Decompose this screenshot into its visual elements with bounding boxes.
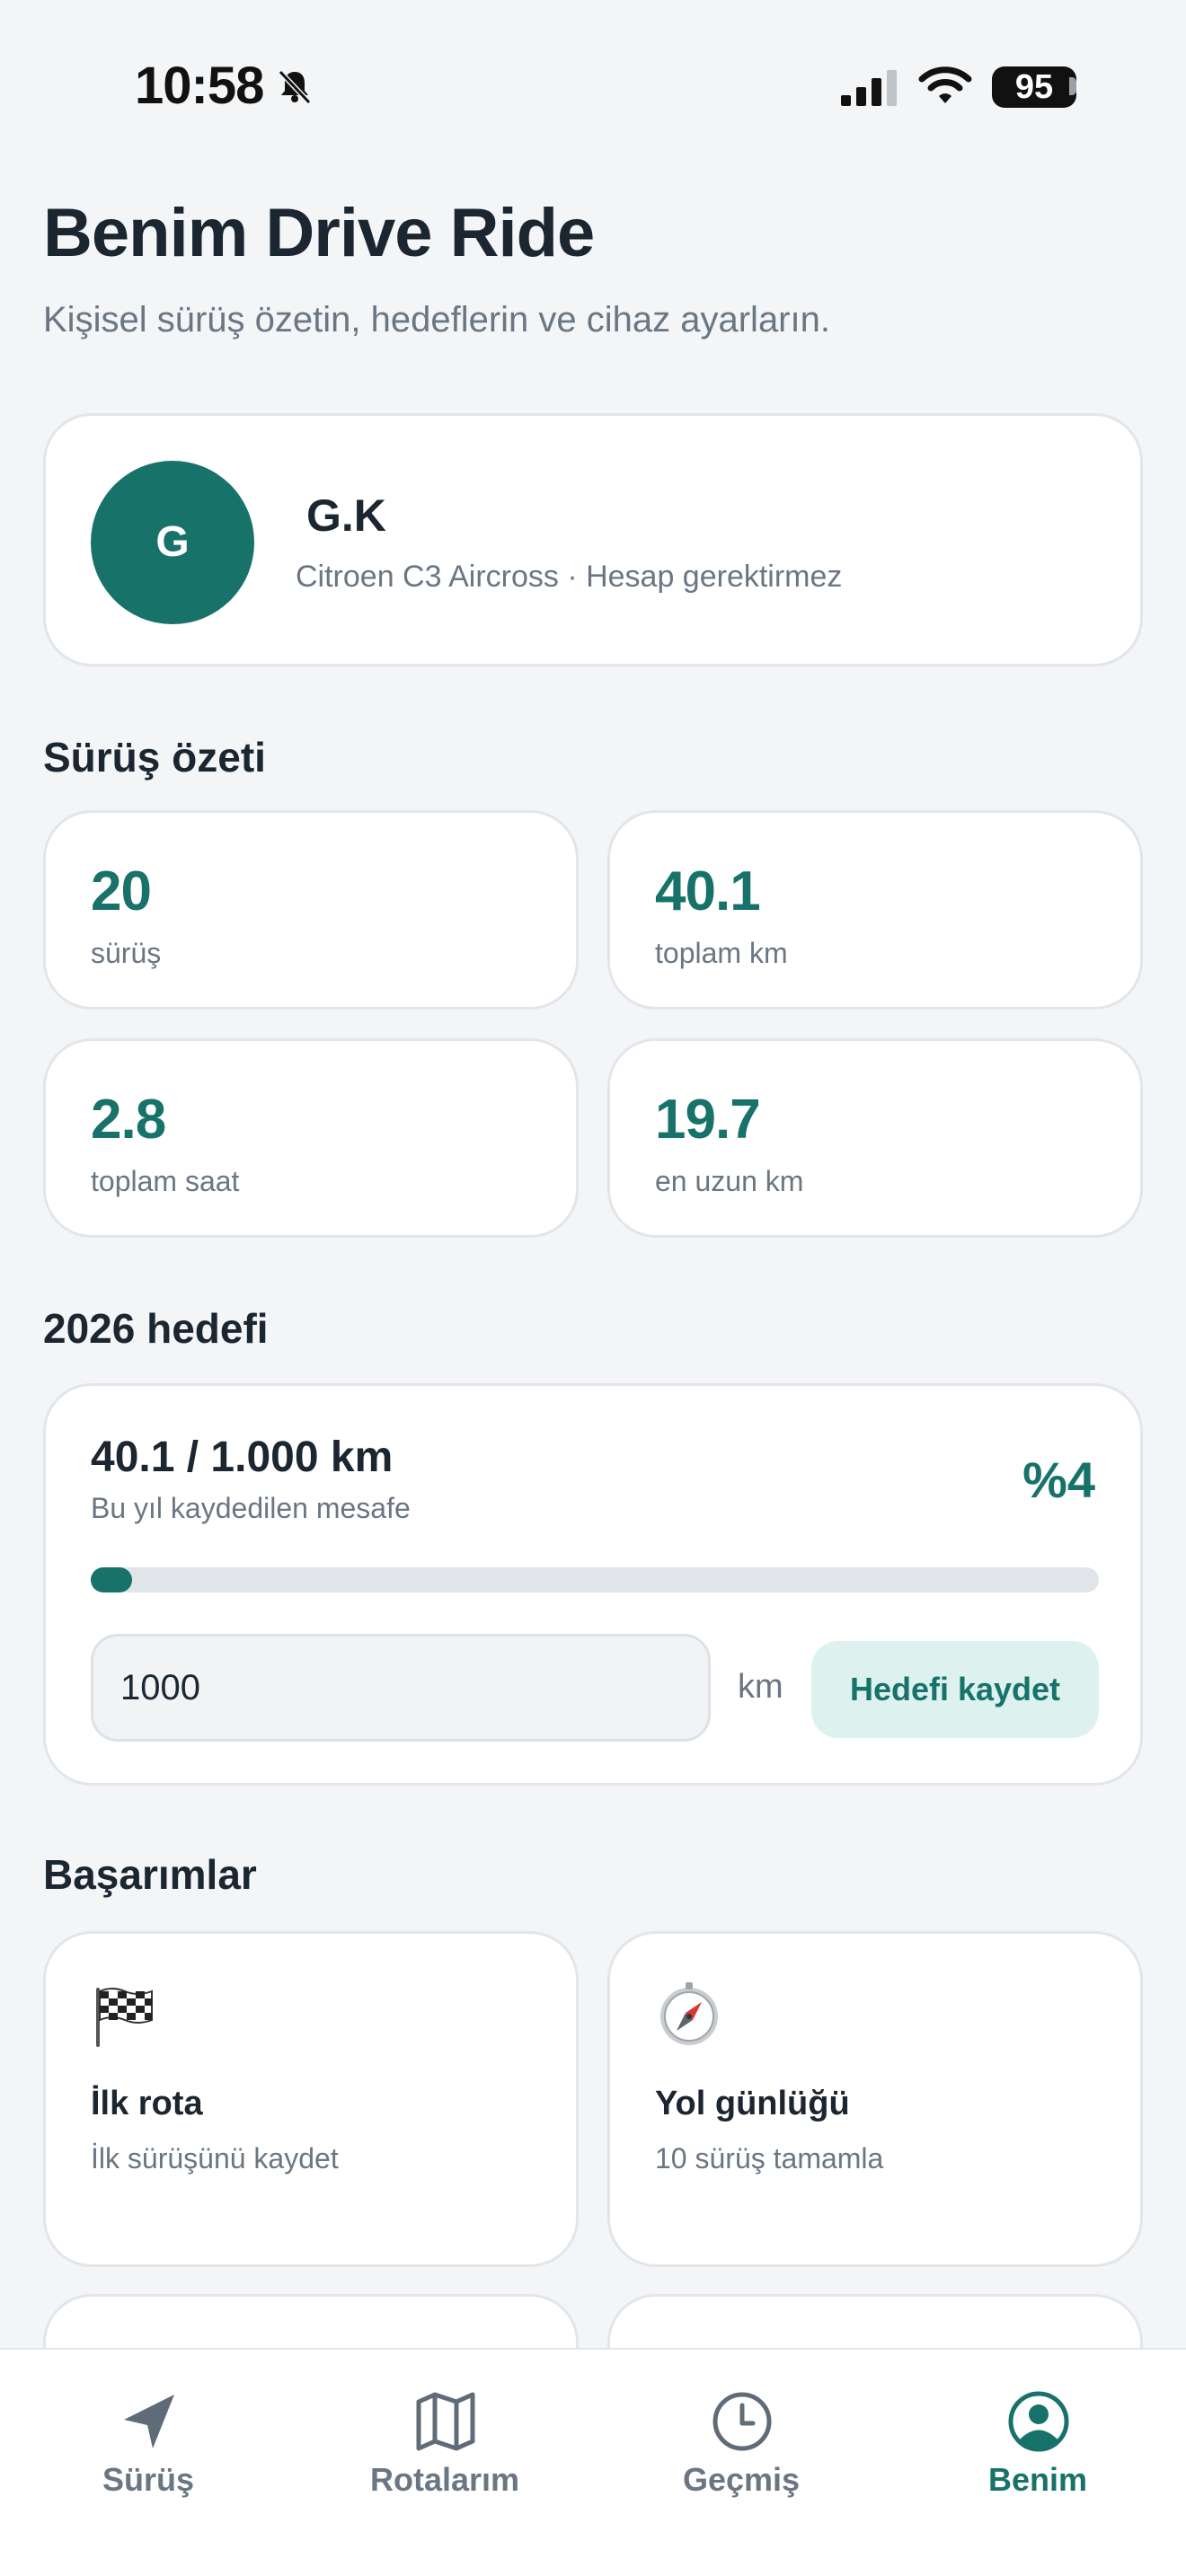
achievement-title: İlk rota	[91, 2085, 203, 2122]
checkered-flag-icon	[96, 1988, 153, 2047]
stat-label: sürüş	[91, 937, 162, 969]
bottom-tab-bar: Sürüş Rotalarım Geçmiş Benim	[0, 2348, 1186, 2576]
tab-label: Geçmiş	[682, 2461, 801, 2498]
cellular-signal-icon	[841, 70, 897, 106]
achievement-description: İlk sürüşünü kaydet	[91, 2142, 339, 2175]
status-time: 10:58	[135, 57, 264, 115]
stat-card-longest-km: 19.7 en uzun km	[607, 1038, 1143, 1238]
stat-label: toplam saat	[91, 1165, 240, 1197]
achievements-section-title: Başarımlar	[43, 1851, 257, 1898]
tab-label: Rotalarım	[369, 2461, 520, 2498]
stat-label: toplam km	[655, 937, 788, 969]
wifi-icon	[918, 66, 972, 103]
status-bar: 10:58 95	[0, 0, 1186, 171]
save-goal-button[interactable]: Hedefi kaydet	[811, 1641, 1099, 1738]
compass-icon	[660, 1982, 718, 2045]
page-subtitle: Kişisel sürüş özetin, hedeflerin ve ciha…	[43, 300, 830, 340]
stat-value: 20	[91, 860, 152, 922]
goal-section-title: 2026 hedefi	[43, 1305, 269, 1352]
tab-label: Sürüş	[102, 2461, 195, 2498]
profile-name: G.K	[306, 490, 386, 541]
tab-drive[interactable]: Sürüş	[0, 2350, 296, 2498]
goal-progress-fill	[91, 1567, 132, 1592]
profile-vehicle: Citroen C3 Aircross · Hesap gerektirmez	[296, 560, 843, 594]
profile-icon	[1008, 2391, 1069, 2452]
goal-unit-label: km	[738, 1668, 783, 1706]
battery-tip	[1069, 77, 1076, 95]
goal-description: Bu yıl kaydedilen mesafe	[91, 1492, 411, 1524]
battery-level: 95	[992, 66, 1076, 108]
tab-history[interactable]: Geçmiş	[593, 2350, 890, 2498]
goal-progress-bar	[91, 1567, 1099, 1592]
achievement-card-road-log[interactable]: Yol günlüğü 10 sürüş tamamla	[607, 1931, 1143, 2267]
stat-card-total-km: 40.1 toplam km	[607, 810, 1143, 1010]
tab-routes[interactable]: Rotalarım	[296, 2350, 593, 2498]
profile-card[interactable]: G G.K Citroen C3 Aircross · Hesap gerekt…	[43, 413, 1143, 666]
goal-card: 40.1 / 1.000 km Bu yıl kaydedilen mesafe…	[43, 1383, 1143, 1786]
goal-progress-text: 40.1 / 1.000 km	[91, 1434, 394, 1481]
tab-me[interactable]: Benim	[890, 2350, 1186, 2498]
stat-label: en uzun km	[655, 1165, 804, 1197]
stat-value: 19.7	[655, 1089, 761, 1151]
achievement-title: Yol günlüğü	[655, 2085, 850, 2122]
goal-percent: %4	[1022, 1451, 1095, 1508]
achievement-description: 10 sürüş tamamla	[655, 2142, 884, 2175]
stat-value: 2.8	[91, 1089, 166, 1151]
stat-card-total-hours: 2.8 toplam saat	[43, 1038, 579, 1238]
profile-screen: 10:58 95 Benim Drive Ride Kişisel sürüş …	[0, 0, 1186, 2576]
avatar: G	[91, 461, 254, 624]
goal-km-input[interactable]	[91, 1634, 711, 1742]
stat-value: 40.1	[655, 860, 761, 922]
tab-label: Benim	[987, 2461, 1088, 2498]
page-title: Benim Drive Ride	[43, 195, 595, 271]
summary-section-title: Sürüş özeti	[43, 734, 266, 781]
navigation-arrow-icon	[124, 2395, 174, 2448]
achievement-card-first-route[interactable]: İlk rota İlk sürüşünü kaydet	[43, 1931, 579, 2267]
clock-icon	[712, 2392, 772, 2451]
map-icon	[416, 2392, 475, 2451]
stat-card-drives: 20 sürüş	[43, 810, 579, 1010]
bell-muted-icon	[278, 69, 312, 105]
